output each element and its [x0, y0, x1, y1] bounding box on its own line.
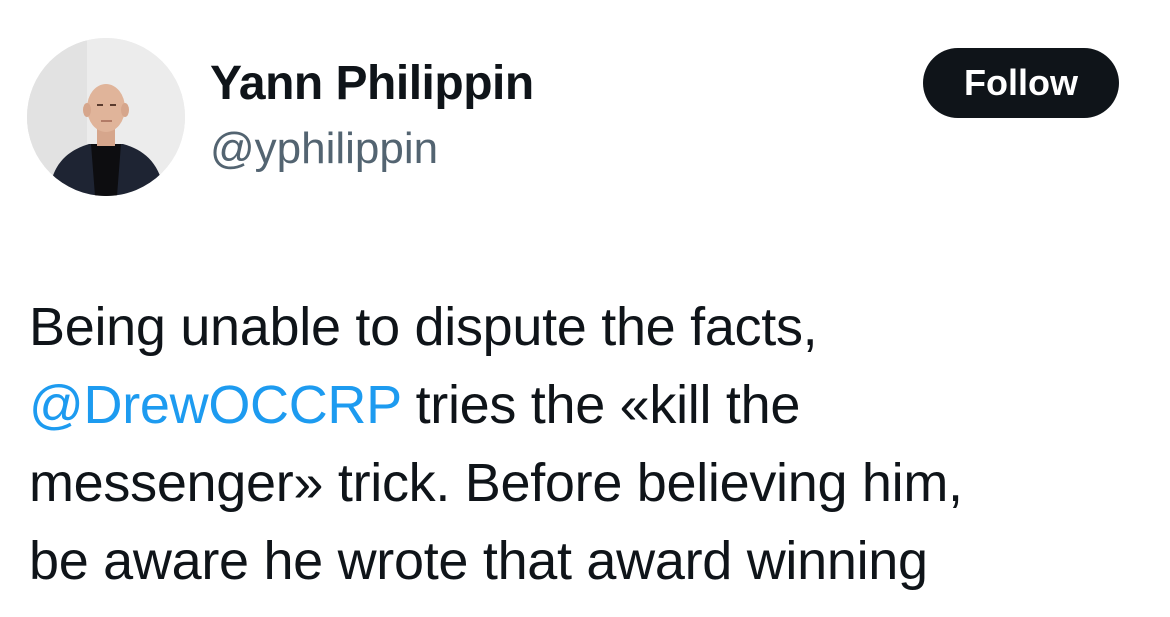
tweet-line: be aware he wrote that award winning: [29, 531, 928, 591]
profile-photo-icon: [27, 38, 185, 196]
author-avatar[interactable]: [27, 38, 185, 196]
tweet-line: Being unable to dispute the facts,: [29, 297, 818, 357]
tweet-line: messenger» trick. Before believing him,: [29, 453, 963, 513]
author-name[interactable]: Yann Philippin: [210, 56, 534, 111]
author-handle[interactable]: @yphilippin: [210, 124, 438, 174]
tweet-line: @DrewOCCRP tries the «kill the: [29, 366, 1139, 444]
tweet-text-segment: tries the «kill the: [400, 375, 801, 435]
mention-link[interactable]: @DrewOCCRP: [29, 375, 401, 435]
follow-button[interactable]: Follow: [923, 48, 1119, 118]
tweet-text: Being unable to dispute the facts, @Drew…: [29, 288, 1139, 600]
tweet-card: Yann Philippin @yphilippin Follow Being …: [0, 0, 1170, 617]
